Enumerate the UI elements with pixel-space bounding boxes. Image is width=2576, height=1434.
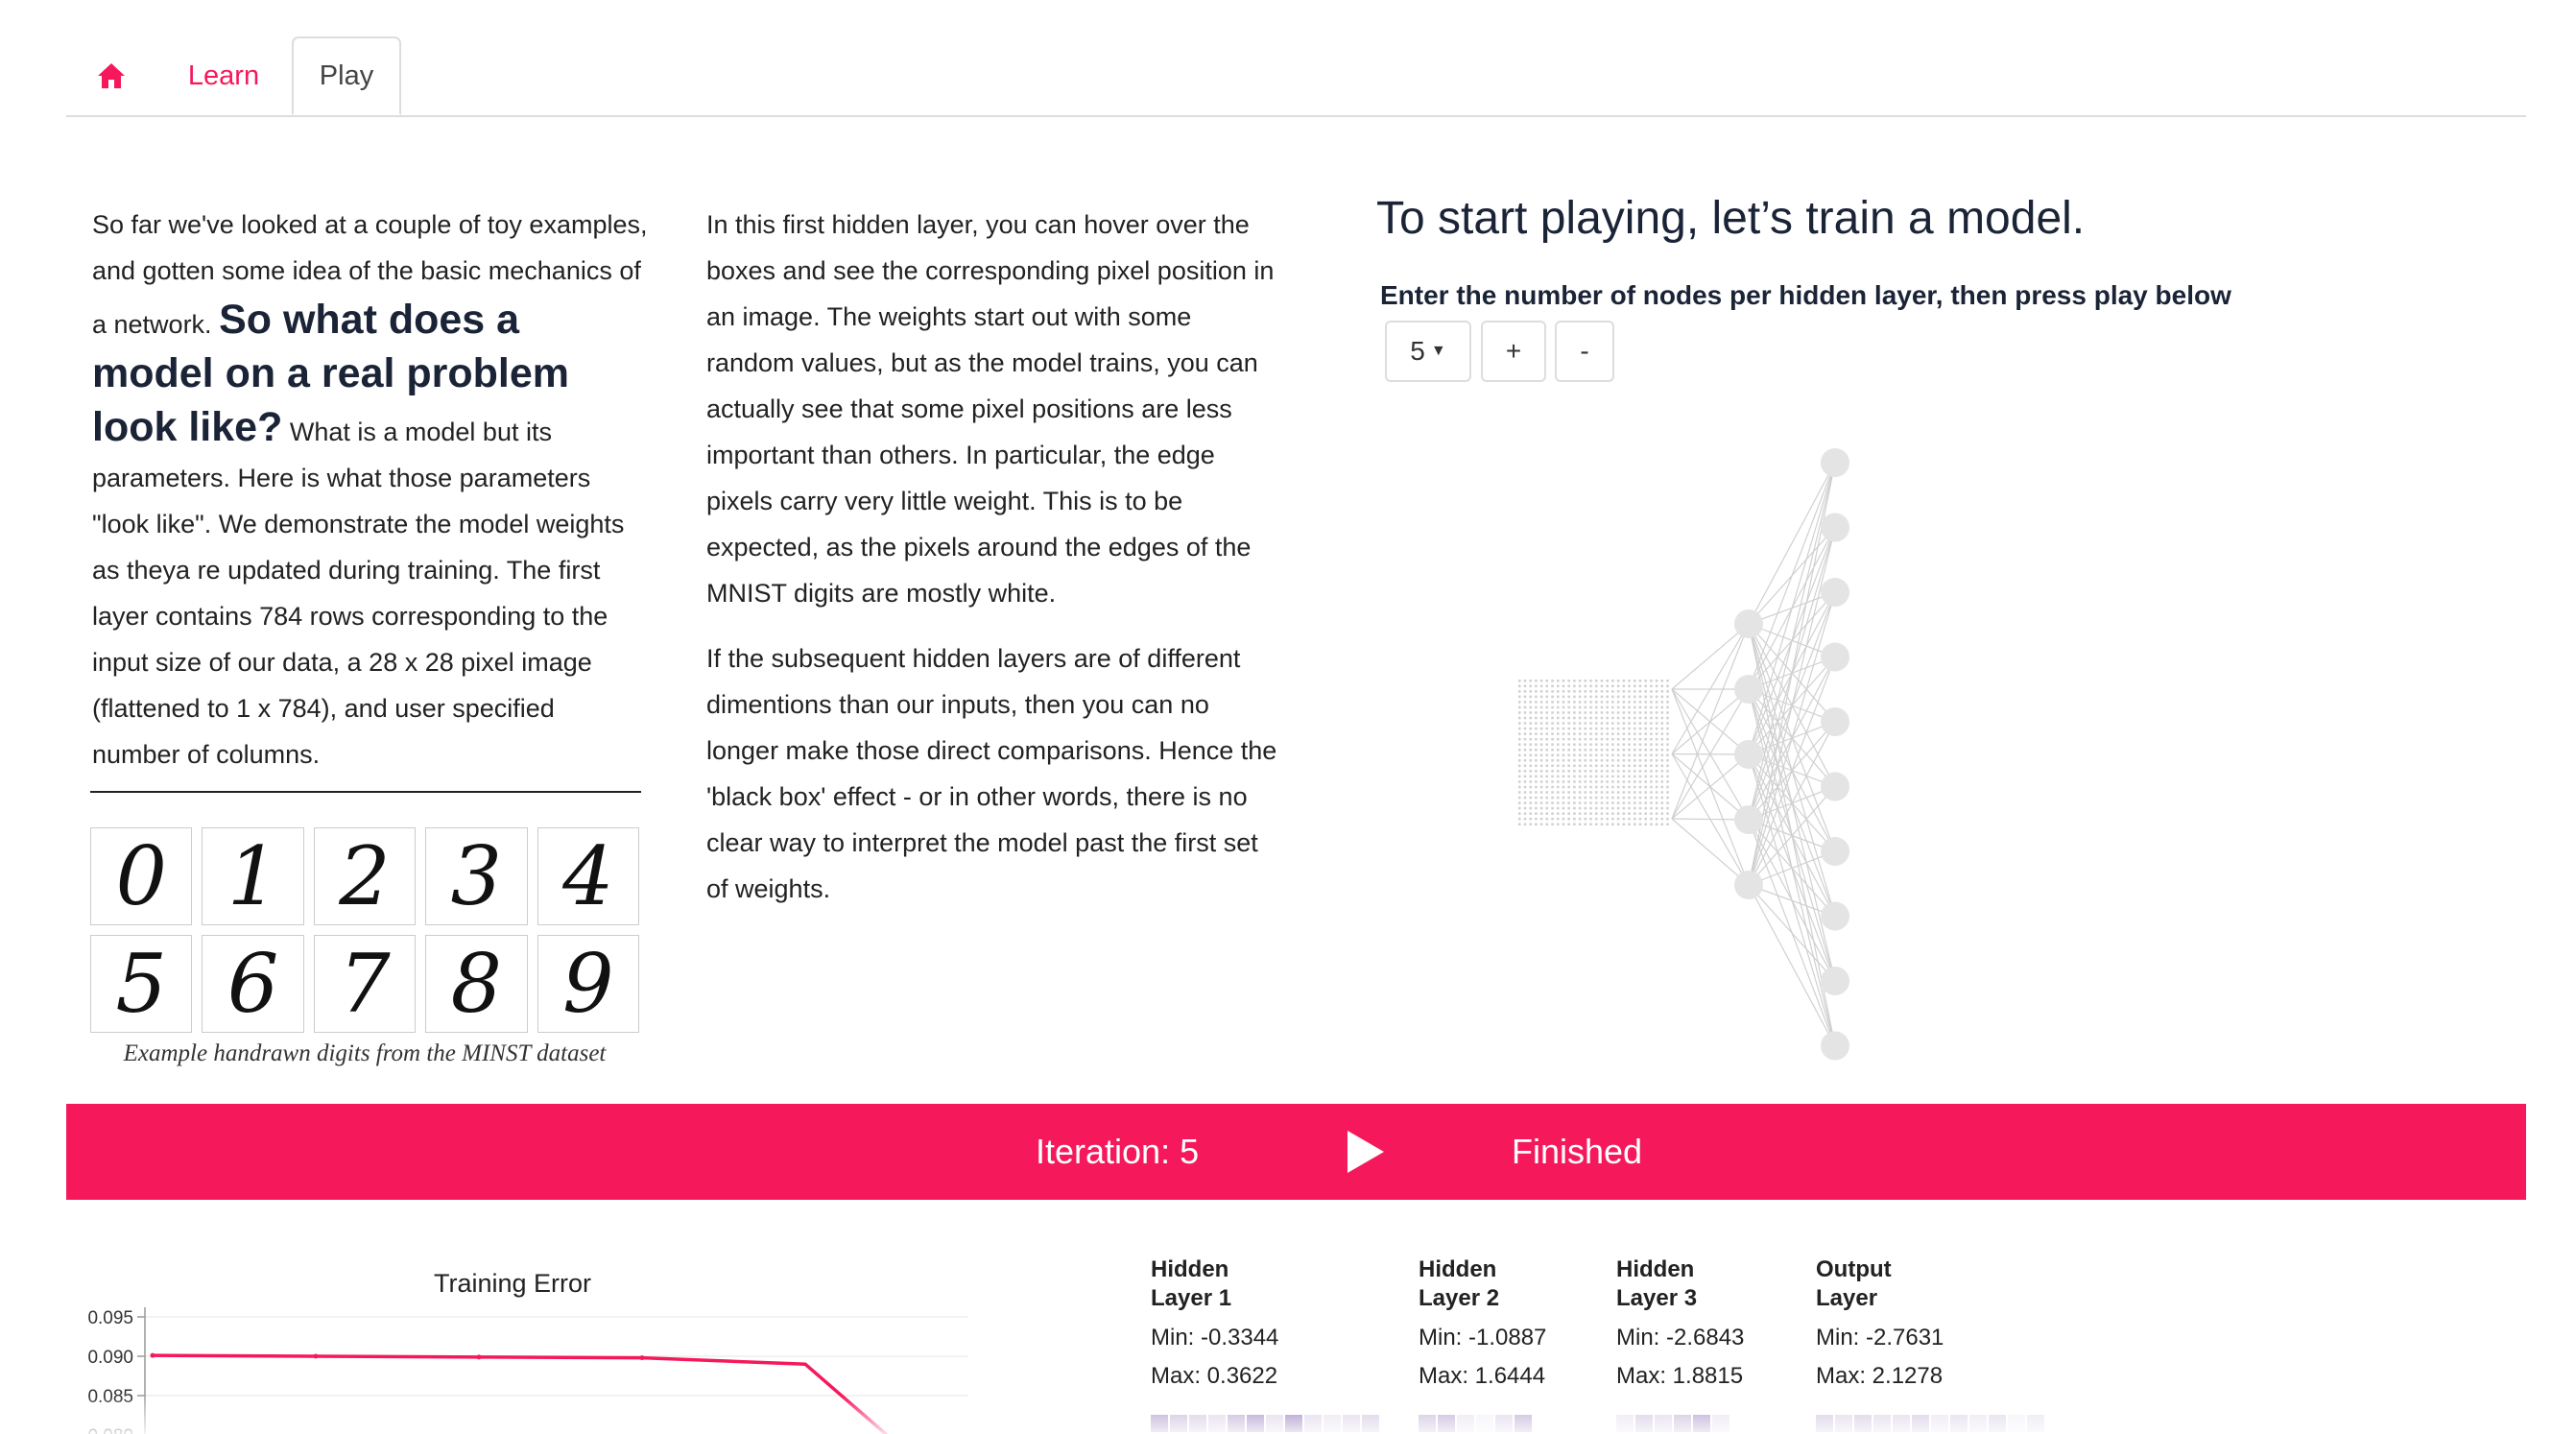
output-node [1821,772,1849,801]
data-point [313,1353,319,1359]
digit-sample: 6 [202,935,304,1033]
layer-min: Min: -2.7631 [1816,1325,1944,1350]
digit-sample: 9 [537,935,639,1033]
explanation-paragraph-1: In this first hidden layer, you can hove… [706,210,1275,608]
nodes-instruction: Enter the number of nodes per hidden lay… [1380,280,2231,310]
layer-max: Max: 1.6444 [1419,1363,1546,1389]
network-diagram [1518,448,1849,1061]
layer-max: Max: 0.3622 [1151,1363,1278,1389]
layer-name: Hidden [1419,1256,1497,1282]
play-icon[interactable] [1346,1129,1386,1175]
nav-tabs: Learn Play [66,36,2526,117]
output-node [1821,707,1849,736]
input-edge [1671,818,1750,886]
layer-stat-1: Hidden Layer 1 Min: -0.3344 Max: 0.3622 [1151,1255,1278,1396]
layer-min: Min: -2.6843 [1616,1325,1745,1350]
hidden-edge [1748,462,1836,755]
bottom-fade [0,1396,2576,1434]
layer-max: Max: 1.8815 [1616,1363,1744,1389]
divider [90,791,641,793]
digit-sample: 7 [313,935,417,1033]
explanation-column: In this first hidden layer, you can hove… [706,202,1282,931]
digit-sample: 4 [537,827,639,925]
page-title: To start playing, let’s train a model. [1376,193,2086,244]
body-text: What is a model but its parameters. Here… [92,418,625,769]
output-node [1821,448,1849,477]
caret-down-icon: ▼ [1430,343,1446,359]
digit-sample: 1 [202,827,304,925]
digit-sample: 3 [425,827,528,925]
home-icon [98,63,125,88]
layer-name: Hidden [1151,1256,1229,1282]
output-node [1821,967,1849,995]
output-node [1821,901,1849,931]
hidden-node [1734,740,1763,769]
tab-home[interactable] [66,36,156,115]
y-tick-label: 0.095 [87,1308,133,1328]
digit-sample: 5 [90,935,193,1033]
input-edge [1671,623,1750,820]
output-node [1821,1031,1849,1061]
layer-name: Output [1816,1256,1892,1282]
hidden-node [1734,871,1763,899]
output-node [1821,578,1849,607]
layer-name-2: Layer 3 [1616,1285,1698,1311]
output-node [1821,513,1849,542]
iteration-counter: Iteration: 5 [1036,1132,1200,1171]
hidden-edge [1748,462,1836,625]
intro-paragraph: So far we've looked at a couple of toy e… [92,202,649,777]
tab-play[interactable]: Play [292,36,401,115]
digit-grid: 01234 56789 [90,827,639,1033]
nodes-dropdown[interactable]: 5 ▼ [1385,321,1471,382]
layer-name-2: Layer [1816,1285,1878,1311]
layer-stat-2: Hidden Layer 2 Min: -1.0887 Max: 1.6444 [1419,1255,1546,1396]
decrease-nodes-button[interactable]: - [1555,321,1614,382]
digit-sample: 8 [425,935,528,1033]
data-point [639,1355,645,1361]
digits-caption: Example handrawn digits from the MINST d… [123,1040,607,1066]
layer-name: Hidden [1616,1256,1695,1282]
layer-name-2: Layer 1 [1151,1285,1232,1311]
output-node [1821,642,1849,672]
data-point [150,1352,155,1358]
hidden-edge [1748,591,1836,886]
data-point [476,1354,482,1360]
hidden-edge [1748,462,1836,821]
digit-examples: 01234 56789 Example handrawn digits from … [90,827,639,1067]
layer-stat-3: Hidden Layer 3 Min: -2.6843 Max: 1.8815 [1616,1255,1744,1396]
layer-stat-4: Output Layer Min: -2.7631 Max: 2.1278 [1816,1255,1944,1396]
hidden-edge [1748,527,1836,886]
input-pixel-grid [1518,680,1669,825]
hidden-edge [1748,884,1836,1046]
explanation-paragraph-2: If the subsequent hidden layers are of d… [706,644,1277,903]
training-bar: Iteration: 5 Finished [66,1104,2526,1200]
hidden-edge [1748,721,1836,886]
layer-min: Min: -1.0887 [1419,1325,1547,1350]
nodes-value: 5 [1410,336,1425,366]
hidden-node [1734,675,1763,704]
layer-max: Max: 2.1278 [1816,1363,1944,1389]
layer-name-2: Layer 2 [1419,1285,1500,1311]
chart-title: Training Error [434,1269,591,1298]
hidden-node [1734,805,1763,834]
input-edge [1671,623,1750,690]
increase-nodes-button[interactable]: + [1481,321,1546,382]
hidden-node [1734,609,1763,638]
training-status: Finished [1512,1132,1643,1171]
intro-column: So far we've looked at a couple of toy e… [92,202,649,797]
digit-sample: 2 [313,827,417,925]
tab-learn[interactable]: Learn [156,36,291,115]
y-tick-label: 0.090 [87,1348,133,1368]
output-node [1821,837,1849,866]
layer-min: Min: -0.3344 [1151,1325,1279,1350]
digit-sample: 0 [90,827,193,925]
